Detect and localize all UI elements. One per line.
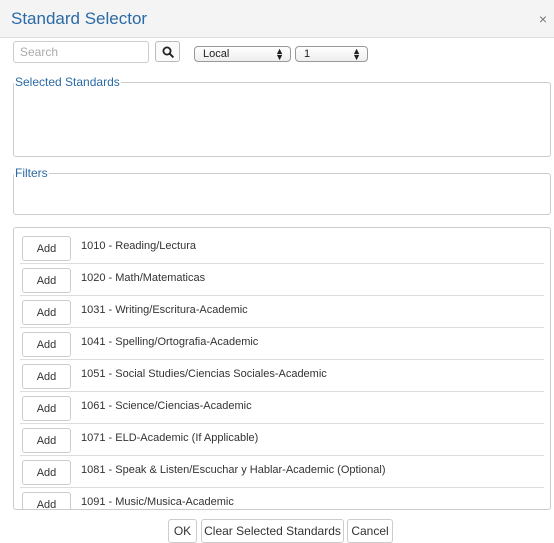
dialog-header: Standard Selector × (0, 0, 554, 38)
scope-select[interactable]: Local ▲ ▼ (194, 46, 291, 62)
search-icon (162, 46, 174, 58)
list-item: Add 1031 - Writing/Escritura-Academic (20, 296, 544, 328)
list-item: Add 1020 - Math/Matematicas (20, 264, 544, 296)
filters-panel: Filters (13, 166, 551, 215)
standard-label: 1041 - Spelling/Ortografia-Academic (81, 336, 259, 348)
filters-legend: Filters (15, 166, 48, 180)
add-button[interactable]: Add (22, 236, 71, 261)
close-icon[interactable]: × (539, 11, 547, 27)
add-button[interactable]: Add (22, 364, 71, 389)
standard-label: 1061 - Science/Ciencias-Academic (81, 400, 252, 412)
standard-label: 1010 - Reading/Lectura (81, 240, 196, 252)
list-item: Add 1061 - Science/Ciencias-Academic (20, 392, 544, 424)
selected-standards-panel: Selected Standards (13, 75, 551, 157)
search-button[interactable] (155, 41, 180, 62)
list-item: Add 1091 - Music/Musica-Academic (20, 488, 544, 509)
standard-label: 1051 - Social Studies/Ciencias Sociales-… (81, 368, 327, 380)
standard-label: 1071 - ELD-Academic (If Applicable) (81, 432, 259, 444)
standard-label: 1031 - Writing/Escritura-Academic (81, 304, 248, 316)
add-button[interactable]: Add (22, 268, 71, 293)
standards-list[interactable]: Add 1010 - Reading/Lectura Add 1020 - Ma… (13, 227, 551, 510)
scope-select-value: Local (203, 48, 230, 60)
select-arrows-icon: ▲ ▼ (352, 46, 361, 62)
list-item: Add 1081 - Speak & Listen/Escuchar y Hab… (20, 456, 544, 488)
standard-label: 1020 - Math/Matematicas (81, 272, 206, 284)
standard-label: 1091 - Music/Musica-Academic (81, 496, 234, 508)
cancel-button[interactable]: Cancel (347, 519, 393, 543)
level-select[interactable]: 1 ▲ ▼ (295, 46, 368, 62)
list-item: Add 1051 - Social Studies/Ciencias Socia… (20, 360, 544, 392)
standard-label: 1081 - Speak & Listen/Escuchar y Hablar-… (81, 464, 386, 476)
dialog-title: Standard Selector (11, 9, 148, 28)
add-button[interactable]: Add (22, 396, 71, 421)
list-item: Add 1041 - Spelling/Ortografia-Academic (20, 328, 544, 360)
add-button[interactable]: Add (22, 492, 71, 509)
add-button[interactable]: Add (22, 428, 71, 453)
list-item: Add 1010 - Reading/Lectura (20, 232, 544, 264)
add-button[interactable]: Add (22, 460, 71, 485)
list-item: Add 1071 - ELD-Academic (If Applicable) (20, 424, 544, 456)
select-arrows-icon: ▲ ▼ (275, 46, 284, 62)
level-select-value: 1 (304, 48, 311, 60)
ok-button[interactable]: OK (168, 519, 197, 543)
add-button[interactable]: Add (22, 300, 71, 325)
clear-selected-standards-button[interactable]: Clear Selected Standards (201, 519, 344, 543)
add-button[interactable]: Add (22, 332, 71, 357)
search-input[interactable] (13, 41, 149, 63)
selected-standards-legend: Selected Standards (15, 75, 120, 89)
